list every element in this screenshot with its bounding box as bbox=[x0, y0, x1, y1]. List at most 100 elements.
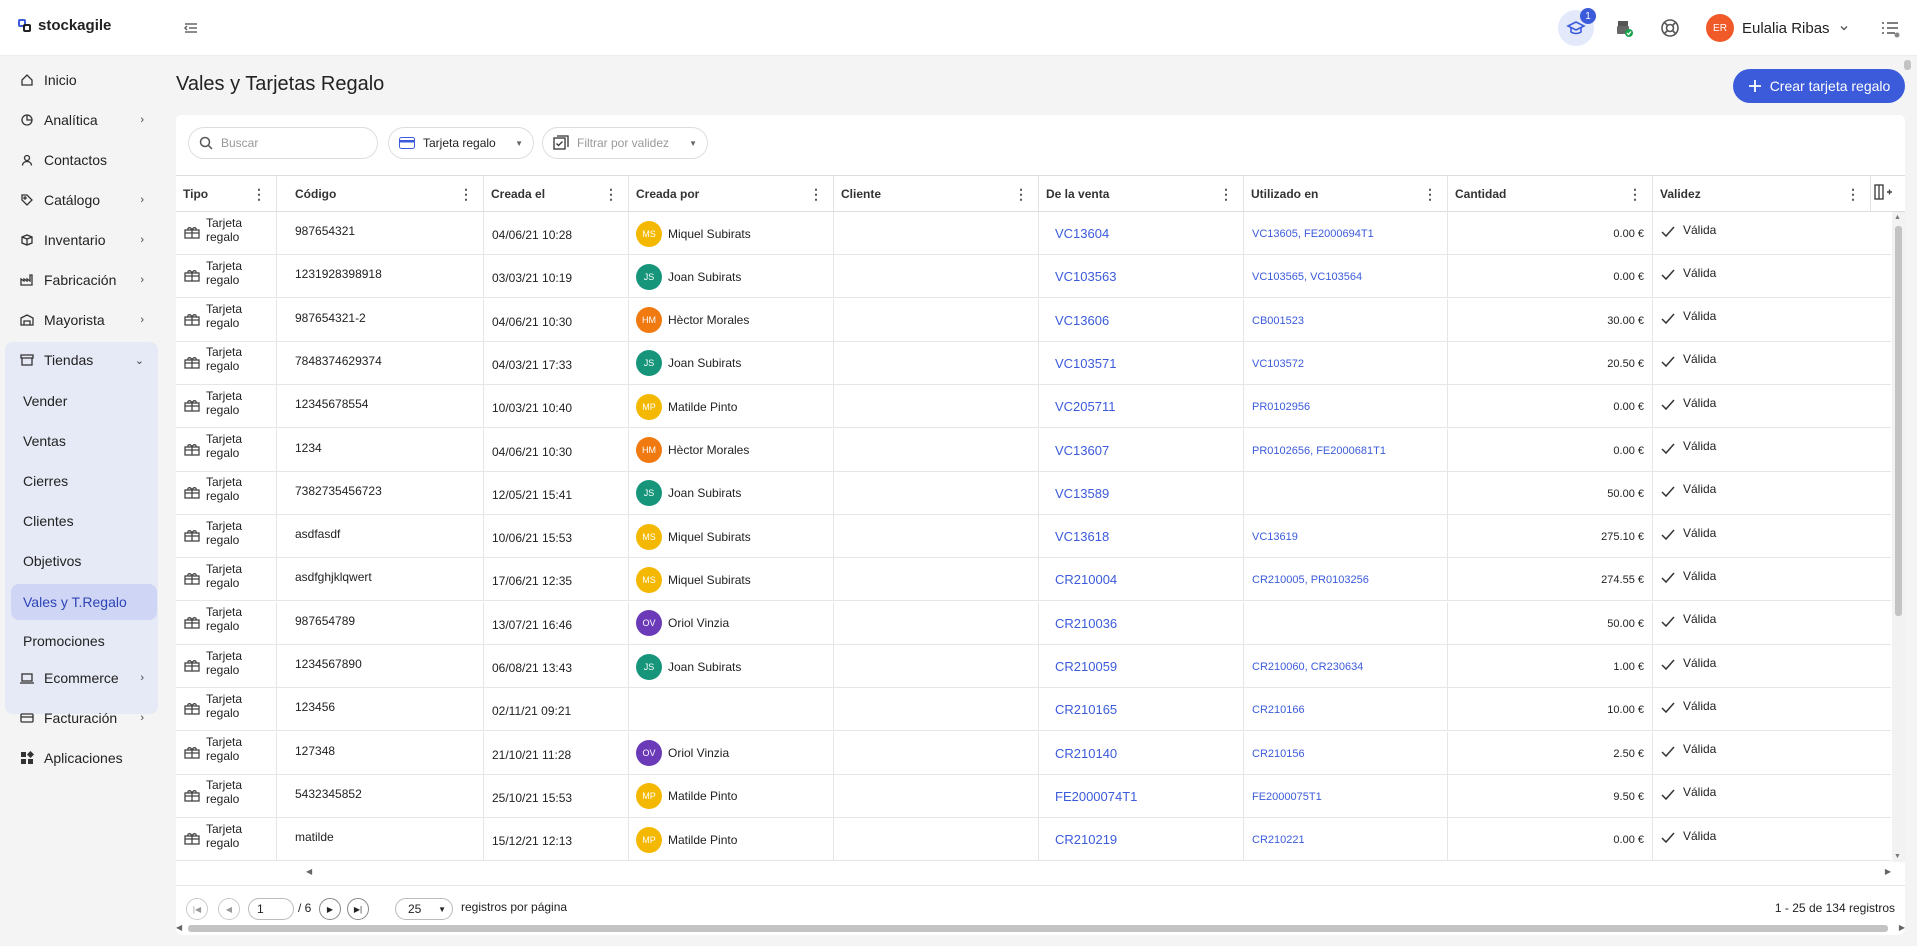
column-header-utilizado-en[interactable]: Utilizado en ⋮ bbox=[1244, 176, 1448, 212]
sale-link[interactable]: VC13607 bbox=[1039, 428, 1244, 472]
sale-link[interactable]: CR210219 bbox=[1039, 818, 1244, 862]
column-header-validez[interactable]: Validez ⋮ bbox=[1653, 176, 1871, 212]
used-in-link[interactable]: CB001523 bbox=[1244, 298, 1448, 342]
sidebar-item-facturacion[interactable]: Facturación › bbox=[12, 701, 158, 735]
column-menu-icon[interactable]: ⋮ bbox=[252, 186, 266, 203]
table-row[interactable]: Tarjeta regalo asdfasdf 10/06/21 15:53 MS Mi… bbox=[176, 515, 1891, 559]
used-in-link[interactable]: PR0102956 bbox=[1244, 385, 1448, 429]
used-in-link[interactable]: PR0102656, FE2000681T1 bbox=[1244, 428, 1448, 472]
scroll-up-icon[interactable]: ▲ bbox=[1894, 214, 1901, 221]
collapse-sidebar-icon[interactable] bbox=[182, 19, 200, 37]
sidebar-subitem-clientes[interactable]: Clientes bbox=[11, 503, 157, 539]
sale-link[interactable]: VC13589 bbox=[1039, 471, 1244, 515]
create-gift-card-button[interactable]: Crear tarjeta regalo bbox=[1733, 69, 1905, 103]
used-in-link[interactable]: FE2000075T1 bbox=[1244, 774, 1448, 818]
used-in-link[interactable]: CR210060, CR230634 bbox=[1244, 645, 1448, 688]
sidebar-item-catalogo[interactable]: Catálogo › bbox=[12, 183, 158, 217]
sale-link[interactable]: CR210165 bbox=[1039, 688, 1244, 732]
column-menu-icon[interactable]: ⋮ bbox=[1423, 186, 1437, 203]
scroll-down-icon[interactable]: ▼ bbox=[1894, 853, 1901, 860]
page-vertical-scrollbar[interactable] bbox=[1901, 60, 1913, 880]
table-row[interactable]: Tarjeta regalo matilde 15/12/21 12:13 MP Mat… bbox=[176, 818, 1891, 862]
table-row[interactable]: Tarjeta regalo 5432345852 25/10/21 15:53 MP… bbox=[176, 774, 1891, 818]
column-header-tipo[interactable]: Tipo ⋮ bbox=[176, 176, 277, 212]
printer-status-button[interactable] bbox=[1606, 10, 1642, 46]
page-number-input[interactable]: 1 bbox=[248, 898, 294, 920]
sale-link[interactable]: VC103563 bbox=[1039, 255, 1244, 299]
sidebar-item-aplicaciones[interactable]: Aplicaciones bbox=[12, 741, 158, 775]
column-header-creada-por[interactable]: Creada por ⋮ bbox=[629, 176, 834, 212]
sidebar-item-inventario[interactable]: Inventario › bbox=[12, 223, 158, 257]
table-row[interactable]: Tarjeta regalo 127348 21/10/21 11:28 OV Orio… bbox=[176, 731, 1891, 775]
used-in-link[interactable]: VC103572 bbox=[1244, 341, 1448, 385]
sale-link[interactable]: VC13618 bbox=[1039, 515, 1244, 559]
sale-link[interactable]: VC13604 bbox=[1039, 212, 1244, 255]
sidebar-item-tiendas[interactable]: Tiendas ⌄ bbox=[12, 343, 158, 377]
sale-link[interactable]: VC205711 bbox=[1039, 385, 1244, 429]
sale-link[interactable]: VC103571 bbox=[1039, 341, 1244, 385]
sidebar-subitem-objetivos[interactable]: Objetivos bbox=[11, 543, 157, 579]
column-menu-icon[interactable]: ⋮ bbox=[459, 186, 473, 203]
sidebar-item-mayorista[interactable]: Mayorista › bbox=[12, 303, 158, 337]
column-header-cantidad[interactable]: Cantidad ⋮ bbox=[1448, 176, 1653, 212]
table-row[interactable]: Tarjeta regalo 1234 04/06/21 10:30 HM Hèctor… bbox=[176, 428, 1891, 472]
sidebar-item-contactos[interactable]: Contactos bbox=[12, 143, 158, 177]
table-row[interactable]: Tarjeta regalo 987654321-2 04/06/21 10:30 H… bbox=[176, 298, 1891, 342]
page-horizontal-scrollbar[interactable]: ◀ ▶ bbox=[176, 922, 1905, 934]
first-page-button[interactable]: |◀ bbox=[186, 898, 208, 920]
sale-link[interactable]: CR210059 bbox=[1039, 645, 1244, 688]
column-header-creada-el[interactable]: Creada el ⋮ bbox=[484, 176, 629, 212]
table-row[interactable]: Tarjeta regalo 1234567890 06/08/21 13:43 JS… bbox=[176, 645, 1891, 688]
validity-filter-select[interactable]: Filtrar por validez ▼ bbox=[542, 127, 708, 159]
sidebar-subitem-cierres[interactable]: Cierres bbox=[11, 463, 157, 499]
used-in-link[interactable]: CR210156 bbox=[1244, 731, 1448, 775]
table-row[interactable]: Tarjeta regalo 123456 02/11/21 09:21 CR2101… bbox=[176, 688, 1891, 732]
app-menu-button[interactable] bbox=[1880, 18, 1900, 38]
scroll-right-icon[interactable]: ▶ bbox=[1885, 867, 1891, 876]
column-header-cliente[interactable]: Cliente ⋮ bbox=[834, 176, 1039, 212]
sidebar-item-analitica[interactable]: Analítica › bbox=[12, 103, 158, 137]
last-page-button[interactable]: ▶| bbox=[347, 898, 369, 920]
per-page-select[interactable]: 25 ▼ bbox=[395, 898, 453, 920]
used-in-link[interactable]: VC13619 bbox=[1244, 515, 1448, 559]
sidebar-subitem-promociones[interactable]: Promociones bbox=[11, 623, 157, 659]
used-in-link[interactable]: VC13605, FE2000694T1 bbox=[1244, 212, 1448, 255]
table-horizontal-scrollbar[interactable]: ◀ ▶ bbox=[306, 867, 1891, 879]
scroll-left-icon[interactable]: ◀ bbox=[306, 867, 312, 876]
table-row[interactable]: Tarjeta regalo 12345678554 10/03/21 10:40 M… bbox=[176, 385, 1891, 429]
scrollbar-thumb[interactable] bbox=[188, 925, 1888, 932]
column-menu-icon[interactable]: ⋮ bbox=[604, 186, 618, 203]
scroll-right-icon[interactable]: ▶ bbox=[1899, 923, 1905, 932]
used-in-link[interactable] bbox=[1244, 601, 1448, 645]
table-row[interactable]: Tarjeta regalo 7382735456723 12/05/21 15:4… bbox=[176, 471, 1891, 515]
scroll-left-icon[interactable]: ◀ bbox=[176, 923, 182, 932]
column-menu-icon[interactable]: ⋮ bbox=[1628, 186, 1642, 203]
prev-page-button[interactable]: ◀ bbox=[218, 898, 240, 920]
used-in-link[interactable]: VC103565, VC103564 bbox=[1244, 255, 1448, 299]
search-input[interactable]: Buscar bbox=[188, 127, 378, 159]
user-menu[interactable]: ER Eulalia Ribas bbox=[1706, 14, 1850, 42]
table-row[interactable]: Tarjeta regalo 1231928398918 03/03/21 10:1… bbox=[176, 255, 1891, 299]
scrollbar-thumb[interactable] bbox=[1904, 60, 1911, 70]
sidebar-subitem-ventas[interactable]: Ventas bbox=[11, 423, 157, 459]
sale-link[interactable]: CR210036 bbox=[1039, 601, 1244, 645]
sale-link[interactable]: VC13606 bbox=[1039, 298, 1244, 342]
column-chooser-button[interactable] bbox=[1873, 182, 1897, 206]
academy-button[interactable]: 1 bbox=[1558, 8, 1596, 46]
type-filter-select[interactable]: Tarjeta regalo ▼ bbox=[388, 127, 534, 159]
column-menu-icon[interactable]: ⋮ bbox=[1846, 186, 1860, 203]
sidebar-item-fabricacion[interactable]: Fabricación › bbox=[12, 263, 158, 297]
table-row[interactable]: Tarjeta regalo asdfghjklqwert 17/06/21 12:… bbox=[176, 558, 1891, 602]
table-row[interactable]: Tarjeta regalo 987654789 13/07/21 16:46 OV O… bbox=[176, 601, 1891, 645]
sidebar-item-ecommerce[interactable]: Ecommerce › bbox=[12, 661, 158, 695]
column-menu-icon[interactable]: ⋮ bbox=[1014, 186, 1028, 203]
sale-link[interactable]: CR210004 bbox=[1039, 558, 1244, 602]
sidebar-subitem-vales[interactable]: Vales y T.Regalo bbox=[11, 584, 157, 620]
used-in-link[interactable]: CR210166 bbox=[1244, 688, 1448, 732]
sale-link[interactable]: CR210140 bbox=[1039, 731, 1244, 775]
next-page-button[interactable]: ▶ bbox=[319, 898, 341, 920]
used-in-link[interactable]: CR210005, PR0103256 bbox=[1244, 558, 1448, 602]
column-header-de-la-venta[interactable]: De la venta ⋮ bbox=[1039, 176, 1244, 212]
column-header-codigo[interactable]: Código ⋮ bbox=[277, 176, 484, 212]
column-menu-icon[interactable]: ⋮ bbox=[809, 186, 823, 203]
